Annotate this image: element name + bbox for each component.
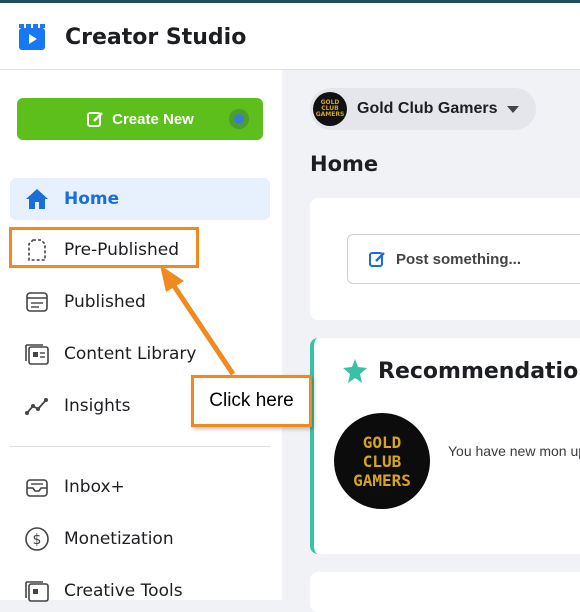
- click-here-callout: Click here: [191, 375, 312, 427]
- annotation-arrow: [160, 265, 236, 376]
